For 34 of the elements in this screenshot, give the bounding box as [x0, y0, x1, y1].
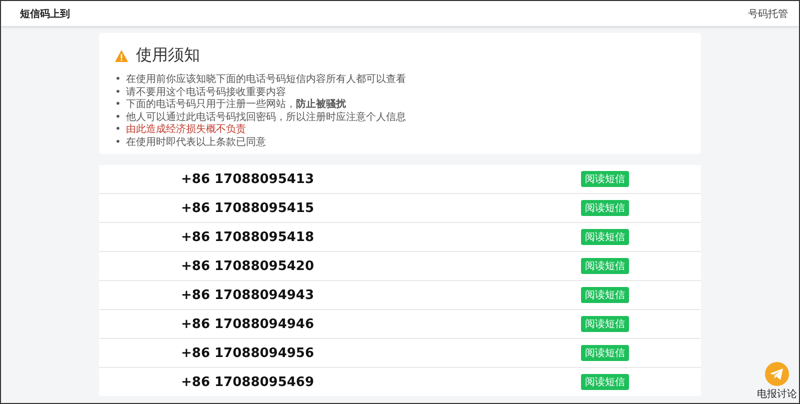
warning-icon	[115, 50, 128, 62]
list-bullet: •	[115, 112, 121, 124]
list-bullet: •	[115, 136, 121, 149]
read-sms-button[interactable]: 阅读短信	[581, 345, 629, 361]
notice-text: 请不要用这个电话号码接收重要内容	[126, 86, 286, 98]
list-bullet: •	[115, 86, 121, 99]
chat-label: 电报讨论	[757, 388, 797, 401]
notice-text: 他人可以通过此电话号码找回密码，所以注册时应注意个人信息	[126, 112, 406, 124]
phone-number: +86 17088095420	[180, 258, 316, 274]
notice-text: 下面的电话号码只用于注册一些网站，防止被骚扰	[126, 99, 346, 112]
read-sms-button[interactable]: 阅读短信	[581, 258, 629, 274]
phone-number: +86 17088095418	[180, 230, 316, 244]
list-bullet: •	[115, 124, 121, 136]
read-sms-button[interactable]: 阅读短信	[581, 316, 629, 332]
phone-number: +86 17088094946	[180, 316, 316, 332]
read-sms-button[interactable]: 阅读短信	[581, 200, 629, 216]
list-bullet: •	[115, 99, 121, 112]
notice-text: 在使用前你应该知晓下面的电话号码短信内容所有人都可以查看	[126, 74, 406, 86]
site-title: 短信码上到	[20, 8, 70, 20]
phone-number: +86 17088094956	[180, 346, 316, 360]
read-sms-button[interactable]: 阅读短信	[581, 229, 629, 245]
phone-number: +86 17088095413	[180, 172, 316, 186]
hosting-link[interactable]: 号码托管	[748, 6, 788, 20]
phone-number: +86 17088095415	[180, 200, 316, 216]
telegram-button[interactable]	[765, 362, 789, 386]
read-sms-button[interactable]: 阅读短信	[581, 374, 629, 390]
list-bullet: •	[115, 74, 121, 86]
notice-text: 在使用时即代表以上条款已同意	[126, 136, 266, 149]
read-sms-button[interactable]: 阅读短信	[581, 171, 629, 187]
phone-number: +86 17088094943	[180, 288, 316, 302]
read-sms-button[interactable]: 阅读短信	[581, 287, 629, 303]
warning-notice-text: 由此造成经济损失概不负责	[126, 124, 246, 136]
notice-title: 使用须知	[136, 45, 200, 66]
phone-number: +86 17088095469	[180, 374, 316, 390]
